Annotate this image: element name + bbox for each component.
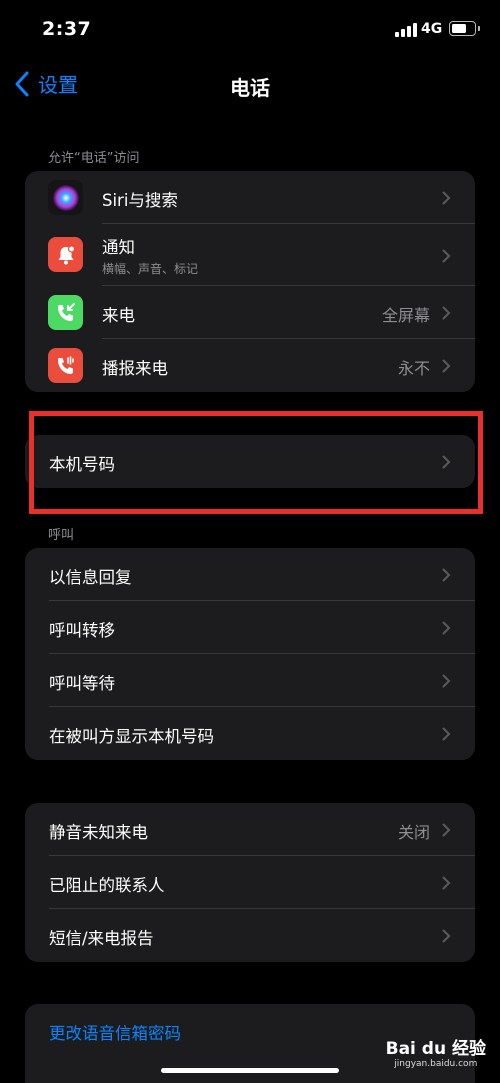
battery-icon	[449, 21, 480, 36]
row-label: 播报来电	[102, 359, 168, 378]
home-indicator[interactable]	[161, 1068, 339, 1073]
row-sms-call-reporting[interactable]: 短信/来电报告	[25, 909, 475, 962]
access-group: Siri与搜索 通知 横幅、声音、标记 来电 全屏幕 播报来电 永不	[25, 171, 475, 392]
row-label: Siri与搜索	[102, 191, 178, 210]
row-label: 来电	[102, 306, 135, 325]
row-label: 短信/来电报告	[49, 929, 154, 948]
status-time: 2:37	[42, 18, 92, 40]
watermark-url: jingyan.baidu.com	[394, 1059, 478, 1069]
row-label: 通知	[102, 238, 135, 257]
row-label: 静音未知来电	[49, 823, 148, 842]
watermark: Bai du 经验 jingyan.baidu.com	[386, 1034, 486, 1069]
network-type: 4G	[421, 21, 443, 37]
chevron-right-icon	[442, 621, 451, 635]
chevron-right-icon	[442, 568, 451, 582]
row-show-caller-id[interactable]: 在被叫方显示本机号码	[25, 707, 475, 760]
row-respond-with-text[interactable]: 以信息回复	[25, 548, 475, 601]
row-label: 在被叫方显示本机号码	[49, 727, 214, 746]
chevron-right-icon	[442, 823, 451, 837]
siri-icon	[48, 180, 83, 215]
row-announce-calls[interactable]: 播报来电 永不	[25, 339, 475, 392]
watermark-brand: Bai du 经验	[385, 1039, 486, 1059]
highlight-box	[29, 411, 483, 514]
row-label: 更改语音信箱密码	[49, 1024, 181, 1043]
row-blocked-contacts[interactable]: 已阻止的联系人	[25, 856, 475, 909]
status-bar: 2:37 4G	[0, 0, 500, 60]
announce-call-icon	[48, 348, 83, 383]
row-call-waiting[interactable]: 呼叫等待	[25, 654, 475, 707]
chevron-right-icon	[442, 674, 451, 688]
chevron-right-icon	[442, 876, 451, 890]
row-call-forwarding[interactable]: 呼叫转移	[25, 601, 475, 654]
section-header-allow-access: 允许“电话”访问	[48, 151, 140, 166]
page-title: 电话	[230, 76, 270, 100]
chevron-right-icon	[442, 727, 451, 741]
incoming-call-icon	[48, 295, 83, 330]
row-label: 呼叫转移	[49, 621, 115, 640]
row-label: 以信息回复	[49, 568, 132, 587]
cellular-signal-icon	[395, 23, 417, 37]
chevron-right-icon	[442, 929, 451, 943]
section-header-calls: 呼叫	[48, 528, 75, 543]
chevron-right-icon	[442, 359, 451, 373]
row-value: 全屏幕	[381, 306, 430, 325]
calls-group: 以信息回复 呼叫转移 呼叫等待 在被叫方显示本机号码	[25, 548, 475, 760]
row-value: 关闭	[397, 823, 430, 842]
row-sublabel: 横幅、声音、标记	[102, 262, 199, 276]
bell-icon	[48, 237, 83, 272]
chevron-right-icon	[442, 191, 451, 205]
row-siri-search[interactable]: Siri与搜索	[25, 171, 475, 224]
blocking-group: 静音未知来电 关闭 已阻止的联系人 短信/来电报告	[25, 803, 475, 962]
row-silence-unknown-callers[interactable]: 静音未知来电 关闭	[25, 803, 475, 856]
row-label: 已阻止的联系人	[49, 876, 165, 895]
row-notifications[interactable]: 通知 横幅、声音、标记	[25, 224, 475, 286]
row-value: 永不	[397, 359, 430, 378]
row-incoming-calls[interactable]: 来电 全屏幕	[25, 286, 475, 339]
chevron-right-icon	[442, 249, 451, 263]
row-label: 呼叫等待	[49, 674, 115, 693]
chevron-right-icon	[442, 306, 451, 320]
navigation-bar: 设置 电话	[0, 60, 500, 110]
